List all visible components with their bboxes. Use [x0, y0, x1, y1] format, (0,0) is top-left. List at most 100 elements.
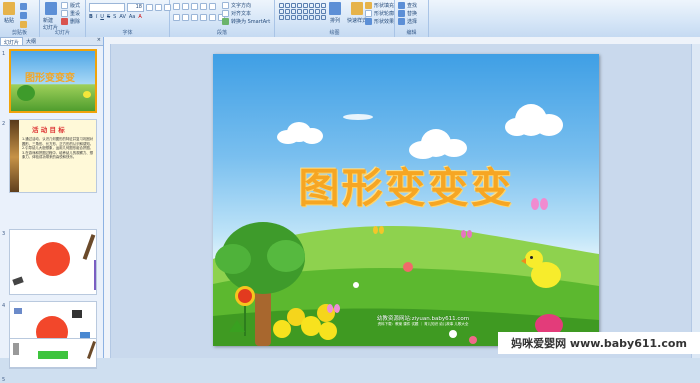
- format-painter-button[interactable]: [20, 21, 27, 28]
- chick: [521, 250, 561, 294]
- thumb2-body: 1.通过活动，认识几何图形的特征并复习巩固对圆形、三角形、长方形、正方形的认识和…: [22, 137, 94, 160]
- clipboard-group-label: 剪贴板: [11, 30, 27, 36]
- layout-icon: [61, 2, 68, 9]
- align-right-icon[interactable]: [191, 14, 198, 21]
- delete-button[interactable]: 删除: [61, 18, 80, 25]
- underline-icon[interactable]: U: [100, 14, 104, 20]
- spacing-icon[interactable]: AV: [119, 14, 126, 20]
- line-spacing-icon[interactable]: [209, 3, 216, 10]
- reset-icon: [61, 10, 68, 17]
- copy-button[interactable]: [20, 12, 27, 19]
- slide-thumbnail-3[interactable]: [9, 229, 97, 295]
- tree-crown: [215, 244, 251, 274]
- text-direction-icon: [222, 2, 229, 9]
- increase-indent-icon[interactable]: [200, 3, 207, 10]
- fill-icon: [365, 2, 372, 9]
- font-group: 18 B I U S S AV Aa A 字体: [86, 0, 171, 37]
- quick-styles-icon: [351, 2, 363, 15]
- select-icon: [398, 18, 405, 25]
- slide-number-4: 4: [2, 303, 6, 309]
- tab-outline[interactable]: 大纲: [23, 37, 39, 45]
- slide-thumbnail-5[interactable]: [9, 338, 97, 368]
- tree-crown: [267, 240, 305, 272]
- red-flower: [235, 286, 255, 306]
- align-left-icon[interactable]: [173, 14, 180, 21]
- align-center-icon[interactable]: [182, 14, 189, 21]
- font-color-icon[interactable]: A: [138, 14, 141, 20]
- scissors-icon: [20, 3, 27, 10]
- justify-icon[interactable]: [200, 14, 207, 21]
- shape-outline-button[interactable]: 形状轮廓: [365, 10, 394, 17]
- shadow-icon[interactable]: S: [113, 14, 116, 20]
- pink-flower: [469, 336, 477, 344]
- convert-smartart-button[interactable]: 转换为 SmartArt: [222, 18, 270, 25]
- grow-font-icon[interactable]: [146, 4, 153, 11]
- bold-icon[interactable]: B: [89, 14, 93, 20]
- new-slide-icon: [44, 2, 57, 15]
- slide-number-3: 3: [2, 231, 6, 237]
- strikethrough-icon[interactable]: S: [107, 14, 110, 20]
- thumb1-title: 图形变变变: [25, 73, 75, 84]
- font-group-label: 字体: [122, 30, 133, 36]
- font-size-combo[interactable]: 18: [127, 3, 144, 12]
- italic-icon[interactable]: I: [96, 14, 97, 20]
- replace-button[interactable]: 替换: [398, 10, 417, 17]
- font-name-combo[interactable]: [89, 3, 125, 12]
- thumb2-bamboo: [10, 120, 19, 192]
- slides-panel: 幻灯片 大纲 × 1 图形变变变 2 活 动 目 标 1.通过活动，认识几何图形…: [0, 37, 104, 383]
- thumb4-item: [72, 310, 82, 318]
- butterfly: [531, 198, 549, 212]
- layout-button[interactable]: 版式: [61, 2, 80, 9]
- panel-tabs: 幻灯片 大纲 ×: [0, 37, 103, 46]
- new-slide-button[interactable]: 新建 幻灯片: [43, 2, 58, 31]
- shape-effects-button[interactable]: 形状效果: [365, 18, 394, 25]
- paste-icon: [3, 2, 15, 15]
- shape-fill-button[interactable]: 形状填充: [365, 2, 394, 9]
- find-button[interactable]: 查找: [398, 2, 417, 9]
- distribute-icon[interactable]: [209, 14, 216, 21]
- delete-icon: [61, 18, 68, 25]
- shrink-font-icon[interactable]: [155, 4, 162, 11]
- thumb2-title: 活 动 目 标: [32, 126, 65, 134]
- thumb4-item: [14, 308, 22, 314]
- close-panel-icon[interactable]: ×: [95, 37, 103, 45]
- decrease-indent-icon[interactable]: [191, 3, 198, 10]
- ribbon: 粘贴 剪贴板 新建 幻灯片 版式 重设 删除 幻灯片 18 B I U S S: [0, 0, 700, 38]
- paragraph-group-label: 段落: [216, 30, 227, 36]
- slide-canvas[interactable]: 图形变变变 幼教资源网站:ziyuan.baby611.com 资料下载：教案 …: [213, 54, 599, 346]
- editing-group: 查找 替换 选择 编辑: [395, 0, 429, 37]
- replace-icon: [398, 10, 405, 17]
- align-text-button[interactable]: 对齐文本: [222, 10, 251, 17]
- thumb5-pencil: [87, 341, 96, 359]
- slide-thumbnail-1[interactable]: 图形变变变: [9, 49, 97, 113]
- arrange-button[interactable]: 排列: [329, 2, 341, 24]
- numbering-icon[interactable]: [182, 3, 189, 10]
- slide-number-5: 5: [2, 377, 6, 383]
- slide-footer-website[interactable]: 幼教资源网站:ziyuan.baby611.com: [333, 314, 513, 322]
- white-flower: [449, 330, 457, 338]
- thumb3-red-circle: [36, 242, 70, 276]
- cut-button[interactable]: [20, 3, 27, 10]
- vertical-scrollbar[interactable]: [691, 44, 700, 358]
- select-button[interactable]: 选择: [398, 18, 417, 25]
- slide-thumbnail-2[interactable]: 活 动 目 标 1.通过活动，认识几何图形的特征并复习巩固对圆形、三角形、长方形…: [9, 119, 97, 193]
- paragraph-group: 文字方向 对齐文本 转换为 SmartArt 段落: [170, 0, 275, 37]
- slide-number-1: 1: [2, 51, 6, 57]
- slide-footer-small[interactable]: 资料下载：教案 课件 试题 ｜ 育儿知识 幼儿故事 儿歌大全: [333, 322, 513, 327]
- text-direction-button[interactable]: 文字方向: [222, 2, 251, 9]
- bullets-icon[interactable]: [173, 3, 180, 10]
- thumb3-pencil: [82, 234, 96, 260]
- clipboard-group: 粘贴 剪贴板: [0, 0, 40, 37]
- brush-icon: [20, 21, 27, 28]
- case-icon[interactable]: Aa: [129, 14, 135, 20]
- quick-styles-button[interactable]: 快速样式: [347, 2, 367, 24]
- find-icon: [398, 2, 405, 9]
- shapes-gallery[interactable]: [279, 3, 326, 20]
- butterfly: [327, 304, 341, 314]
- paste-button[interactable]: 粘贴: [3, 2, 15, 24]
- tab-slides[interactable]: 幻灯片: [0, 37, 24, 46]
- reset-button[interactable]: 重设: [61, 10, 80, 17]
- thumb3-tool: [12, 276, 24, 286]
- thumb5-item: [13, 343, 19, 355]
- outline-icon: [365, 10, 372, 17]
